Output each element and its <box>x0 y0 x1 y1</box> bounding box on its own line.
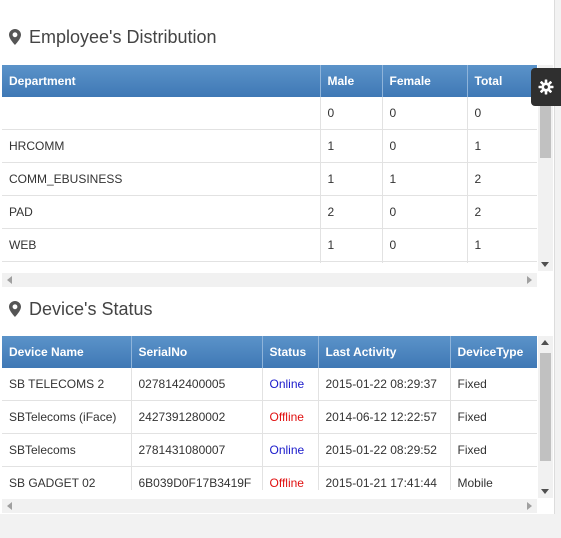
cell-total: 0 <box>467 97 537 130</box>
scroll-left-arrow-icon[interactable] <box>7 502 12 510</box>
cell-total: 1 <box>467 228 537 262</box>
device-table-horizontal-scrollbar[interactable] <box>2 499 537 513</box>
cell-male: 0 <box>320 97 383 130</box>
cell-serial-no: 2427391280002 <box>131 400 263 434</box>
cell-device-type: Fixed <box>450 433 537 467</box>
table-row[interactable]: SBTelecoms 2781431080007 Online 2015-01-… <box>2 433 537 467</box>
gear-icon <box>538 79 554 95</box>
cell-department: WEB <box>2 228 321 262</box>
cell-device-name: SBTelecoms <box>2 433 132 467</box>
employee-table-horizontal-scrollbar[interactable] <box>2 273 537 287</box>
device-table-vertical-scrollbar[interactable] <box>538 336 553 498</box>
status-offline: Offline <box>262 466 319 490</box>
map-marker-icon <box>9 29 21 45</box>
cell-male: 1 <box>320 162 383 196</box>
device-status-panel: Device's Status Device Name SerialNo Sta… <box>0 290 555 514</box>
status-offline: Offline <box>262 400 319 434</box>
scroll-down-arrow-icon[interactable] <box>541 489 549 494</box>
table-row[interactable]: HRCOMM 1 0 1 <box>2 129 537 163</box>
column-header-male[interactable]: Male <box>320 65 383 97</box>
cell-male <box>320 261 383 263</box>
scroll-right-arrow-icon[interactable] <box>527 276 532 284</box>
cell-department: COMM_EBUSINESS <box>2 162 321 196</box>
employee-distribution-header: Employee's Distribution <box>9 25 217 49</box>
cell-total: 2 <box>467 195 537 229</box>
column-header-serial-no[interactable]: SerialNo <box>131 336 263 368</box>
table-row[interactable]: SB TELECOMS 2 0278142400005 Online 2015-… <box>2 368 537 401</box>
cell-department <box>2 261 321 263</box>
cell-male: 1 <box>320 228 383 262</box>
employee-distribution-title: Employee's Distribution <box>29 26 217 47</box>
status-online: Online <box>262 368 319 401</box>
scroll-right-arrow-icon[interactable] <box>527 502 532 510</box>
cell-device-name: SB GADGET 02 <box>2 466 132 490</box>
device-status-table-container[interactable]: Device Name SerialNo Status Last Activit… <box>2 336 537 490</box>
cell-total: 1 <box>467 129 537 163</box>
cell-female: 0 <box>382 129 468 163</box>
table-row[interactable]: WEB 1 0 1 <box>2 228 537 262</box>
column-header-status[interactable]: Status <box>262 336 319 368</box>
cell-female <box>382 261 468 263</box>
employee-distribution-table-container[interactable]: Department Male Female Total 0 0 0 HRCOM… <box>2 65 537 263</box>
column-header-device-type[interactable]: DeviceType <box>450 336 537 368</box>
settings-toggle-button[interactable] <box>531 68 561 106</box>
cell-last-activity: 2015-01-22 08:29:37 <box>318 368 451 401</box>
scroll-left-arrow-icon[interactable] <box>7 276 12 284</box>
cell-device-type: Fixed <box>450 400 537 434</box>
cell-last-activity: 2014-06-12 12:22:57 <box>318 400 451 434</box>
scroll-thumb[interactable] <box>540 353 551 461</box>
cell-department <box>2 97 321 130</box>
cell-last-activity: 2015-01-21 17:41:44 <box>318 466 451 490</box>
cell-device-type: Mobile <box>450 466 537 490</box>
column-header-department[interactable]: Department <box>2 65 321 97</box>
table-row[interactable] <box>2 261 537 263</box>
table-row[interactable]: PAD 2 0 2 <box>2 195 537 229</box>
cell-female: 0 <box>382 228 468 262</box>
cell-serial-no: 6B039D0F17B3419F <box>131 466 263 490</box>
map-marker-icon <box>9 301 21 317</box>
scroll-thumb[interactable] <box>540 102 551 158</box>
cell-female: 0 <box>382 97 468 130</box>
table-row[interactable]: 0 0 0 <box>2 97 537 130</box>
column-header-total[interactable]: Total <box>467 65 537 97</box>
device-status-title: Device's Status <box>29 298 153 319</box>
cell-device-name: SBTelecoms (iFace) <box>2 400 132 434</box>
cell-device-name: SB TELECOMS 2 <box>2 368 132 401</box>
cell-female: 1 <box>382 162 468 196</box>
employee-distribution-panel: Employee's Distribution Department Male … <box>0 0 555 290</box>
scroll-up-arrow-icon[interactable] <box>541 340 549 345</box>
cell-female: 0 <box>382 195 468 229</box>
cell-serial-no: 0278142400005 <box>131 368 263 401</box>
table-row[interactable]: COMM_EBUSINESS 1 1 2 <box>2 162 537 196</box>
column-header-last-activity[interactable]: Last Activity <box>318 336 451 368</box>
cell-serial-no: 2781431080007 <box>131 433 263 467</box>
table-header-row: Department Male Female Total <box>2 65 537 97</box>
cell-department: PAD <box>2 195 321 229</box>
cell-last-activity: 2015-01-22 08:29:52 <box>318 433 451 467</box>
status-online: Online <box>262 433 319 467</box>
table-header-row: Device Name SerialNo Status Last Activit… <box>2 336 537 368</box>
cell-total <box>467 261 537 263</box>
cell-male: 2 <box>320 195 383 229</box>
cell-male: 1 <box>320 129 383 163</box>
column-header-female[interactable]: Female <box>382 65 468 97</box>
cell-department: HRCOMM <box>2 129 321 163</box>
device-status-header: Device's Status <box>9 297 153 321</box>
table-row[interactable]: SBTelecoms (iFace) 2427391280002 Offline… <box>2 400 537 434</box>
table-row[interactable]: SB GADGET 02 6B039D0F17B3419F Offline 20… <box>2 466 537 490</box>
cell-device-type: Fixed <box>450 368 537 401</box>
device-status-table: Device Name SerialNo Status Last Activit… <box>2 336 537 490</box>
scroll-down-arrow-icon[interactable] <box>541 262 549 267</box>
cell-total: 2 <box>467 162 537 196</box>
column-header-device-name[interactable]: Device Name <box>2 336 132 368</box>
employee-distribution-table: Department Male Female Total 0 0 0 HRCOM… <box>2 65 537 263</box>
